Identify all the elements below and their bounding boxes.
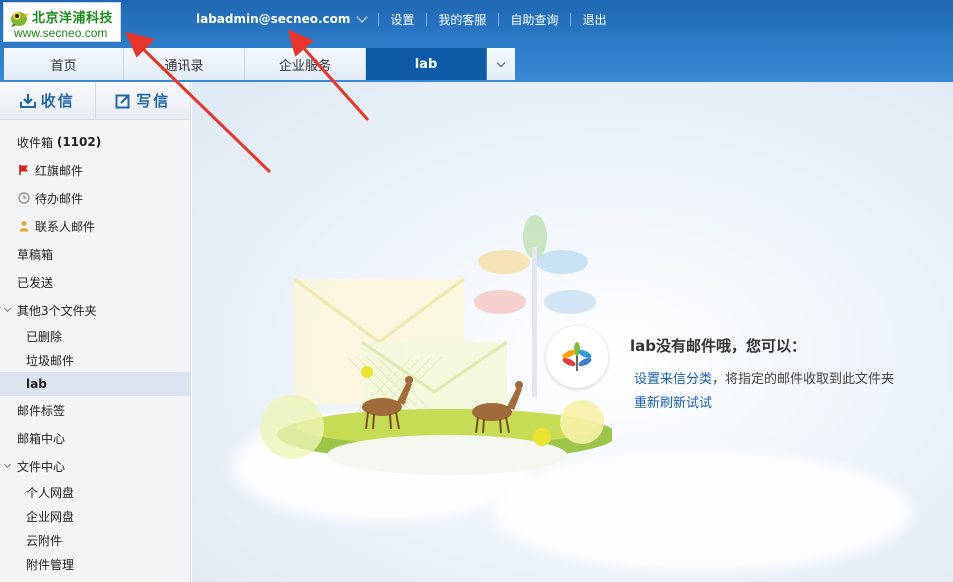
folder-label: 个人网盘 [26,485,75,500]
divider [378,12,380,26]
folder-label: 其他3个文件夹 [17,303,97,318]
personal-disk[interactable]: 个人网盘 [0,480,190,504]
cloud-attachments[interactable]: 云附件 [0,528,190,552]
account-menu[interactable]: labadmin@secneo.com [196,12,350,26]
clock-icon [17,191,31,205]
sidebar: 收信 写信 收件箱 (1102) 红旗邮件 待办邮件 联系人邮件 草稿箱 已发送… [0,82,191,582]
folder-label: 文件中心 [17,459,66,474]
chevron-down-icon[interactable] [356,11,369,23]
folder-label: 企业网盘 [26,509,75,524]
mail-actions: 收信 写信 [0,82,190,120]
folder-contact-mail[interactable]: 联系人邮件 [0,212,190,240]
logo-bird-icon [11,12,29,27]
folder-label: 草稿箱 [17,247,54,262]
chevron-down-icon[interactable] [3,304,12,313]
tab-bar: 首页 通讯录 企业服务 lab [4,48,515,80]
folder-drafts[interactable]: 草稿箱 [0,240,190,268]
empty-suggestion-2: 重新刷新试试 [634,392,712,411]
divider [426,12,428,26]
folder-label: 邮件标签 [17,403,66,418]
tab-contacts[interactable]: 通讯录 [124,48,245,80]
red-flag-icon [17,163,31,177]
receive-label: 收信 [40,92,75,110]
refresh-link[interactable]: 重新刷新试试 [634,396,712,411]
chevron-down-icon[interactable] [3,460,12,469]
chevron-down-icon [496,58,506,67]
tab-more-button[interactable] [487,48,515,80]
folder-todo[interactable]: 待办邮件 [0,184,190,212]
settings-link[interactable]: 设置 [390,11,414,28]
lab-folder-badge [546,326,608,388]
tab-home[interactable]: 首页 [4,48,124,80]
mailbox-center[interactable]: 邮箱中心 [0,424,190,452]
logo-url: www.secneo.com [14,26,108,40]
folder-label: 红旗邮件 [35,163,84,178]
folder-label: 已删除 [26,329,63,344]
empty-folder-title: lab没有邮件哦，您可以： [630,337,807,355]
main-panel: lab没有邮件哦，您可以： 设置来信分类，将指定的邮件收取到此文件夹 重新刷新试… [192,82,953,582]
divider [570,12,572,26]
tab-enterprise-service[interactable]: 企业服务 [245,48,366,80]
divider [498,12,500,26]
self-service-link[interactable]: 自助查询 [510,11,558,28]
contact-person-icon [17,219,31,233]
setup-filter-link[interactable]: 设置来信分类 [634,372,712,387]
attachment-manager[interactable]: 附件管理 [0,552,190,576]
folder-label: 垃圾邮件 [26,353,75,368]
folder-group-other[interactable]: 其他3个文件夹 [0,296,190,324]
folder-label: 云附件 [26,533,63,548]
compose-label: 写信 [136,92,171,110]
folder-label: 待办邮件 [35,191,84,206]
unread-count: (1102) [56,135,102,149]
folder-list: 收件箱 (1102) 红旗邮件 待办邮件 联系人邮件 草稿箱 已发送 其他3个文… [0,120,190,576]
folder-label: 附件管理 [26,557,75,572]
top-nav: labadmin@secneo.com 设置 我的客服 自助查询 退出 [196,10,606,28]
my-support-link[interactable]: 我的客服 [438,11,486,28]
folder-inbox[interactable]: 收件箱 (1102) [0,128,190,156]
inbox-download-icon [19,93,36,108]
folder-lab[interactable]: lab [0,372,190,396]
mail-tags[interactable]: 邮件标签 [0,396,190,424]
logo-title: 北京洋浦科技 [32,11,114,26]
folder-label: 收件箱 [17,135,54,150]
company-logo[interactable]: 北京洋浦科技 www.secneo.com [3,2,121,42]
compose-button[interactable]: 写信 [94,82,191,119]
header: 北京洋浦科技 www.secneo.com labadmin@secneo.co… [0,0,953,82]
file-center[interactable]: 文件中心 [0,452,190,480]
suggestion-text: ，将指定的邮件收取到此文件夹 [712,372,895,387]
folder-sent[interactable]: 已发送 [0,268,190,296]
folder-flagged[interactable]: 红旗邮件 [0,156,190,184]
receive-button[interactable]: 收信 [0,82,95,119]
empty-suggestion-1: 设置来信分类，将指定的邮件收取到此文件夹 [634,368,894,387]
folder-label: lab [26,377,47,391]
compose-icon [115,93,131,108]
folder-label: 已发送 [17,275,54,290]
tab-lab[interactable]: lab [366,48,486,80]
folder-label: 联系人邮件 [35,219,96,234]
leaves-logo-icon [562,342,592,371]
folder-deleted[interactable]: 已删除 [0,324,190,348]
company-disk[interactable]: 企业网盘 [0,504,190,528]
logout-link[interactable]: 退出 [582,11,606,28]
folder-spam[interactable]: 垃圾邮件 [0,348,190,372]
folder-label: 邮箱中心 [17,431,66,446]
